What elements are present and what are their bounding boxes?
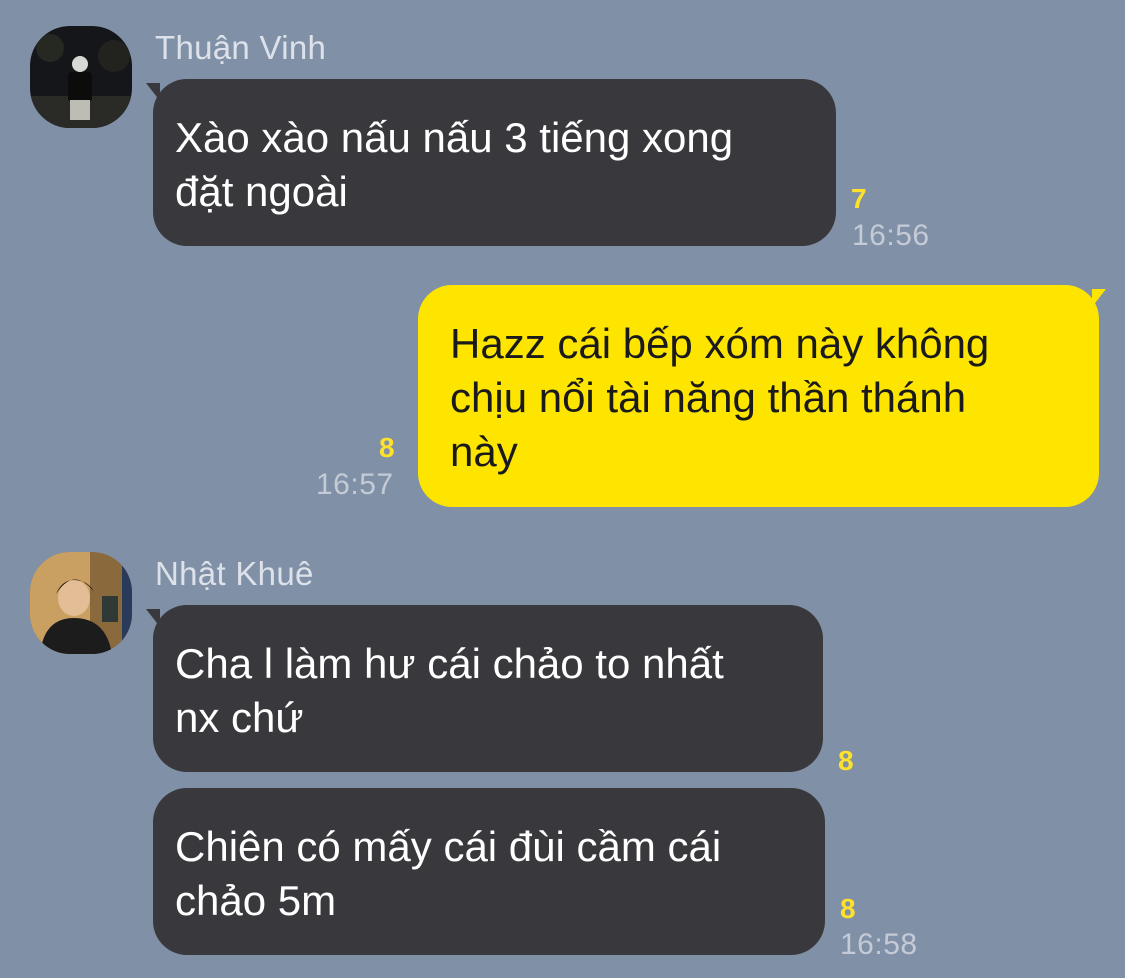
unread-count: 8 <box>838 745 854 776</box>
unread-count: 8 <box>840 893 856 924</box>
unread-count: 8 <box>379 432 395 463</box>
message-time: 16:57 <box>316 468 394 501</box>
message-time: 16:56 <box>852 219 930 252</box>
message-bubble[interactable]: Xào xào nấu nấu 3 tiếng xong đặt ngoài <box>153 79 836 246</box>
message-bubble[interactable]: Chiên có mấy cái đùi cầm cái chảo 5m <box>153 788 825 955</box>
message-bubble[interactable]: Hazz cái bếp xóm này không chịu nổi tài … <box>418 285 1099 507</box>
unread-count: 7 <box>851 183 867 214</box>
sender-name: Nhật Khuê <box>155 555 314 592</box>
avatar-thuan-vinh[interactable] <box>30 26 132 128</box>
sender-name: Thuận Vinh <box>155 29 327 66</box>
message-time: 16:58 <box>840 928 918 961</box>
message-bubble[interactable]: Cha l làm hư cái chảo to nhất nx chứ <box>153 605 823 772</box>
avatar-nhat-khue[interactable] <box>30 552 132 654</box>
